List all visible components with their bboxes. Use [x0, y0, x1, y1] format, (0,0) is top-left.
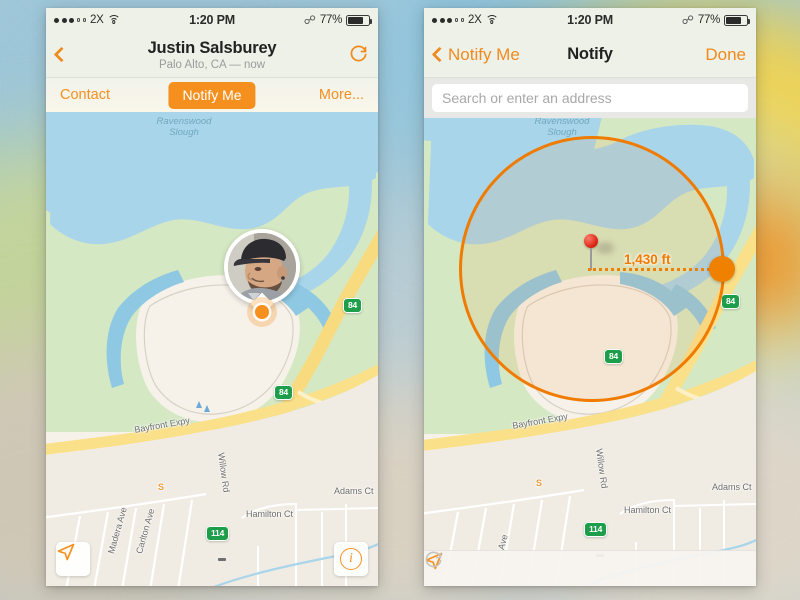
- nav-title-group: Justin Salsburey Palo Alto, CA — now: [46, 39, 378, 71]
- search-input[interactable]: Search or enter an address: [432, 84, 748, 112]
- radius-distance-label: 1,430 ft: [624, 252, 671, 267]
- contact-button[interactable]: Contact: [60, 87, 110, 103]
- status-bar: 2X 1:20 PM ☍ 77%: [46, 8, 378, 32]
- status-bar: 2X 1:20 PM ☍ 77%: [424, 8, 756, 32]
- back-button[interactable]: [53, 46, 70, 63]
- page-title: Justin Salsburey: [147, 38, 277, 57]
- route-shield-84-mid: 84: [604, 346, 624, 364]
- locate-me-button[interactable]: [56, 542, 90, 576]
- route-shield-114: 114: [206, 523, 230, 541]
- refresh-icon: [349, 45, 368, 64]
- avatar[interactable]: [224, 229, 300, 316]
- map-toolbar: [424, 550, 756, 586]
- map-pin-icon[interactable]: [584, 234, 614, 270]
- route-shield-114: 114: [584, 519, 608, 537]
- back-button-notify-me[interactable]: Notify Me: [431, 44, 520, 65]
- radius-distance-line: [588, 268, 722, 271]
- chevron-left-icon: [431, 46, 448, 63]
- road-label-adams-ct: Adams Ct: [712, 482, 752, 492]
- road-label-hamilton-ct: Hamilton Ct: [246, 509, 294, 519]
- nav-bar-left: Justin Salsburey Palo Alto, CA — now: [46, 32, 378, 78]
- user-avatar-photo: [228, 233, 296, 301]
- pin-shadow: [596, 242, 614, 254]
- phone-screen-left: 2X 1:20 PM ☍ 77% Justin Salsburey Palo A…: [46, 8, 378, 586]
- search-bar-container: Search or enter an address: [424, 78, 756, 118]
- road-label-s: S: [158, 482, 165, 492]
- map-view-right[interactable]: Ravenswood Slough Bayfront Expy Willow R…: [424, 118, 756, 586]
- radius-drag-handle[interactable]: [709, 256, 735, 282]
- battery-percent-label: 77%: [697, 14, 720, 26]
- back-button-label: Notify Me: [448, 44, 520, 64]
- road-label-s: S: [536, 478, 543, 488]
- bluetooth-icon: ☍: [303, 13, 316, 27]
- route-shield-84-lower: 84: [274, 382, 294, 400]
- map-info-button[interactable]: i: [334, 542, 368, 576]
- map-view-left[interactable]: Ravenswood Slough Bayfront Expy Willow R…: [46, 112, 378, 586]
- refresh-icon: [425, 551, 442, 568]
- location-dot-icon[interactable]: [247, 297, 277, 327]
- phone-screen-right: 2X 1:20 PM ☍ 77% Notify Me Notify Done S…: [424, 8, 756, 586]
- pin-stick: [590, 248, 592, 270]
- route-shield-84-upper: 84: [343, 295, 363, 313]
- road-label-hamilton-ct: Hamilton Ct: [624, 505, 672, 515]
- map-canvas: [46, 112, 378, 586]
- battery-icon: [346, 14, 372, 26]
- battery-percent-label: 77%: [319, 14, 342, 26]
- search-placeholder: Search or enter an address: [442, 90, 612, 106]
- refresh-button[interactable]: [349, 45, 368, 64]
- water-label-ravenswood-slough: Ravenswood Slough: [156, 116, 212, 139]
- road-label-adams-ct: Adams Ct: [334, 486, 374, 496]
- nav-bar-right: Notify Me Notify Done: [424, 32, 756, 78]
- notify-me-button[interactable]: Notify Me: [168, 81, 256, 109]
- done-button[interactable]: Done: [705, 45, 746, 65]
- status-bar-right: ☍ 77%: [681, 13, 750, 27]
- action-bar: Contact Notify Me More...: [46, 78, 378, 112]
- bluetooth-icon: ☍: [681, 13, 694, 27]
- status-bar-right: ☍ 77%: [303, 13, 372, 27]
- chevron-left-icon: [53, 46, 70, 63]
- page-subtitle: Palo Alto, CA — now: [158, 58, 266, 71]
- route-shield-84-upper: 84: [721, 291, 741, 309]
- more-button[interactable]: More...: [319, 87, 364, 103]
- navigation-arrow-icon: [57, 543, 75, 561]
- battery-icon: [724, 14, 750, 26]
- info-circle-icon: i: [340, 548, 362, 570]
